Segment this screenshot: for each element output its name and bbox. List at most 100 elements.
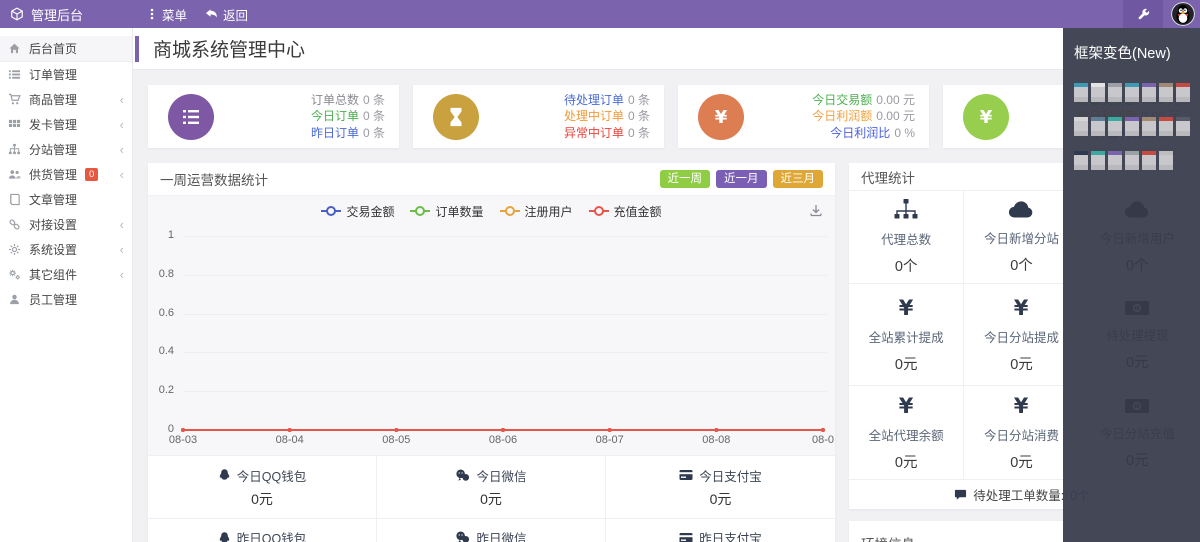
legend-item-0[interactable]: 交易金额 [321,203,394,220]
range-button-2[interactable]: 近三月 [772,169,823,189]
theme-swatch-1-3[interactable] [1125,117,1139,136]
agent-footer-label: 待处理工单数量: [973,489,1065,503]
sidebar-item-components[interactable]: 其它组件 ‹ [0,262,132,287]
back-icon [205,8,218,20]
qq-icon [218,468,231,482]
yen-bold-icon: ¥ [894,296,918,320]
stat-cards-row: 订单总数 0 条今日订单 0 条昨日订单 0 条 待处理订单 0 条处理中订单 0 条异常中… [148,85,1194,148]
stat-rows: 订单总数 0 条今日订单 0 条昨日订单 0 条 [311,92,385,142]
chart-panel: 一周运营数据统计 近一周 近一月 近三月 交易金额 订单数量 注册用户 充值金额 1 0.8… [148,163,835,542]
yen-bold-icon: ¥ [1009,296,1033,320]
theme-swatch-1-4[interactable] [1142,117,1156,136]
theme-swatch-2-4[interactable] [1142,151,1156,170]
sidebar-item-label: 员工管理 [29,293,78,307]
legend-item-1[interactable]: 订单数量 [410,203,484,220]
theme-swatch-2-0[interactable] [1074,151,1088,170]
sidebar: 后台首页订单管理 商品管理 ‹ 发卡管理 ‹ 分站管理 ‹ 供货管理 0 ‹ 文章管理 对接设置 ‹ 系统… [0,28,133,542]
sidebar-item-integration[interactable]: 对接设置 ‹ [0,212,132,237]
chart-panel-title: 一周运营数据统计 [160,173,268,188]
theme-swatch-1-5[interactable] [1159,117,1173,136]
qq-avatar[interactable] [1171,2,1195,26]
stat-rows: 待处理订单 0 条处理中订单 0 条异常中订单 0 条 [564,92,650,142]
theme-swatch-0-0[interactable] [1074,83,1088,102]
theme-swatch-2-2[interactable] [1108,151,1122,170]
menu-dots-icon [147,8,157,20]
legend-item-3[interactable]: 充值金额 [588,203,662,220]
sidebar-item-label: 其它组件 [29,268,78,282]
content: 订单总数 0 条今日订单 0 条昨日订单 0 条 待处理订单 0 条处理中订单 0 条异常中… [133,70,1200,542]
sidebar-item-articles[interactable]: 文章管理 [0,187,132,212]
app-root: 管理后台 菜单 返回 后台首页 订单管理 商品管理 ‹ 发卡管理 ‹ 分站管理 … [0,0,1200,542]
theme-swatch-2-3[interactable] [1125,151,1139,170]
sidebar-item-home[interactable]: 后台首页 [0,36,132,62]
yen-bold-icon: ¥ [1009,394,1033,418]
sidebar-item-products[interactable]: 商品管理 ‹ [0,87,132,112]
theme-swatch-1-0[interactable] [1074,117,1088,136]
range-button-1[interactable]: 近一月 [716,169,767,189]
svg-text:¥: ¥ [1014,296,1029,320]
download-icon[interactable] [809,204,823,218]
chart-panel-header: 一周运营数据统计 近一周 近一月 近三月 [148,163,835,196]
sidebar-item-system[interactable]: 系统设置 ‹ [0,237,132,262]
theme-swatch-1-6[interactable] [1176,117,1190,136]
topbar-right [1123,0,1200,28]
chevron-left-icon: ‹ [119,142,124,157]
svg-text:¥: ¥ [899,394,914,418]
page-title: 商城系统管理中心 [153,40,306,61]
theme-swatch-0-5[interactable] [1159,83,1173,102]
grid-icon [8,118,21,131]
sidebar-item-card-issue[interactable]: 发卡管理 ‹ [0,112,132,137]
theme-swatch-2-1[interactable] [1091,151,1105,170]
svg-text:¥: ¥ [715,107,728,128]
sidebar-item-label: 供货管理 [29,168,78,182]
sidebar-item-orders[interactable]: 订单管理 [0,62,132,87]
chevron-left-icon: ‹ [119,267,124,282]
user-icon [8,293,21,306]
theme-swatch-1-2[interactable] [1108,117,1122,136]
sitemap-icon [8,143,21,156]
wrench-icon [1137,8,1150,21]
wrench-button[interactable] [1123,0,1163,28]
payment-cell-1-2: 昨日支付宝0元 [606,518,835,542]
theme-swatch-0-3[interactable] [1125,83,1139,102]
stat-row: 待处理订单 0 条 [563,92,650,107]
sidebar-item-staff[interactable]: 员工管理 [0,287,132,312]
swatch-row-2 [1074,151,1200,170]
payment-cell-0-2: 今日支付宝 0元 [606,456,835,518]
theme-swatch-0-4[interactable] [1142,83,1156,102]
chevron-left-icon: ‹ [119,217,124,232]
theme-swatch-1-1[interactable] [1091,117,1105,136]
sidebar-item-label: 后台首页 [29,42,78,56]
chat-icon [954,488,967,501]
theme-swatch-0-1[interactable] [1091,83,1105,102]
cart-icon [8,93,21,106]
range-button-0[interactable]: 近一周 [659,169,710,189]
cube-icon [10,7,24,21]
back-button[interactable]: 返回 [205,5,248,24]
wechat-icon [455,531,470,542]
theme-swatch-2-5[interactable] [1159,151,1173,170]
sidebar-item-supply[interactable]: 供货管理 0 ‹ [0,162,132,187]
link-icon [8,218,21,231]
stat-row: 订单总数 0 条 [310,92,385,107]
wechat-icon [455,469,470,482]
stat-card-1: 待处理订单 0 条处理中订单 0 条异常中订单 0 条 [413,85,664,148]
qq-icon [218,531,231,542]
menu-toggle[interactable]: 菜单 [147,5,187,24]
stat-circle: ¥ [963,93,1009,140]
svg-text:¥: ¥ [1014,394,1029,418]
theme-swatch-0-2[interactable] [1108,83,1122,102]
title-accent-bar [135,35,139,62]
stat-rows: 今日交易额 0.00 元今日利润额 0.00 元今日利润比 0 % [812,92,915,142]
legend-marker [321,206,342,216]
legend-marker [499,206,520,216]
payment-cell-0-0: 今日QQ钱包 0元 [148,456,377,518]
stat-row: 今日交易额 0.00 元 [812,92,915,107]
range-buttons: 近一周 近一月 近三月 [659,169,823,189]
theme-overlay-title: 框架变色(New) [1074,46,1171,62]
sidebar-item-substations[interactable]: 分站管理 ‹ [0,137,132,162]
brand-label: 管理后台 [31,7,84,23]
legend-item-2[interactable]: 注册用户 [499,203,573,220]
chevron-left-icon: ‹ [119,242,124,257]
theme-swatch-0-6[interactable] [1176,83,1190,102]
